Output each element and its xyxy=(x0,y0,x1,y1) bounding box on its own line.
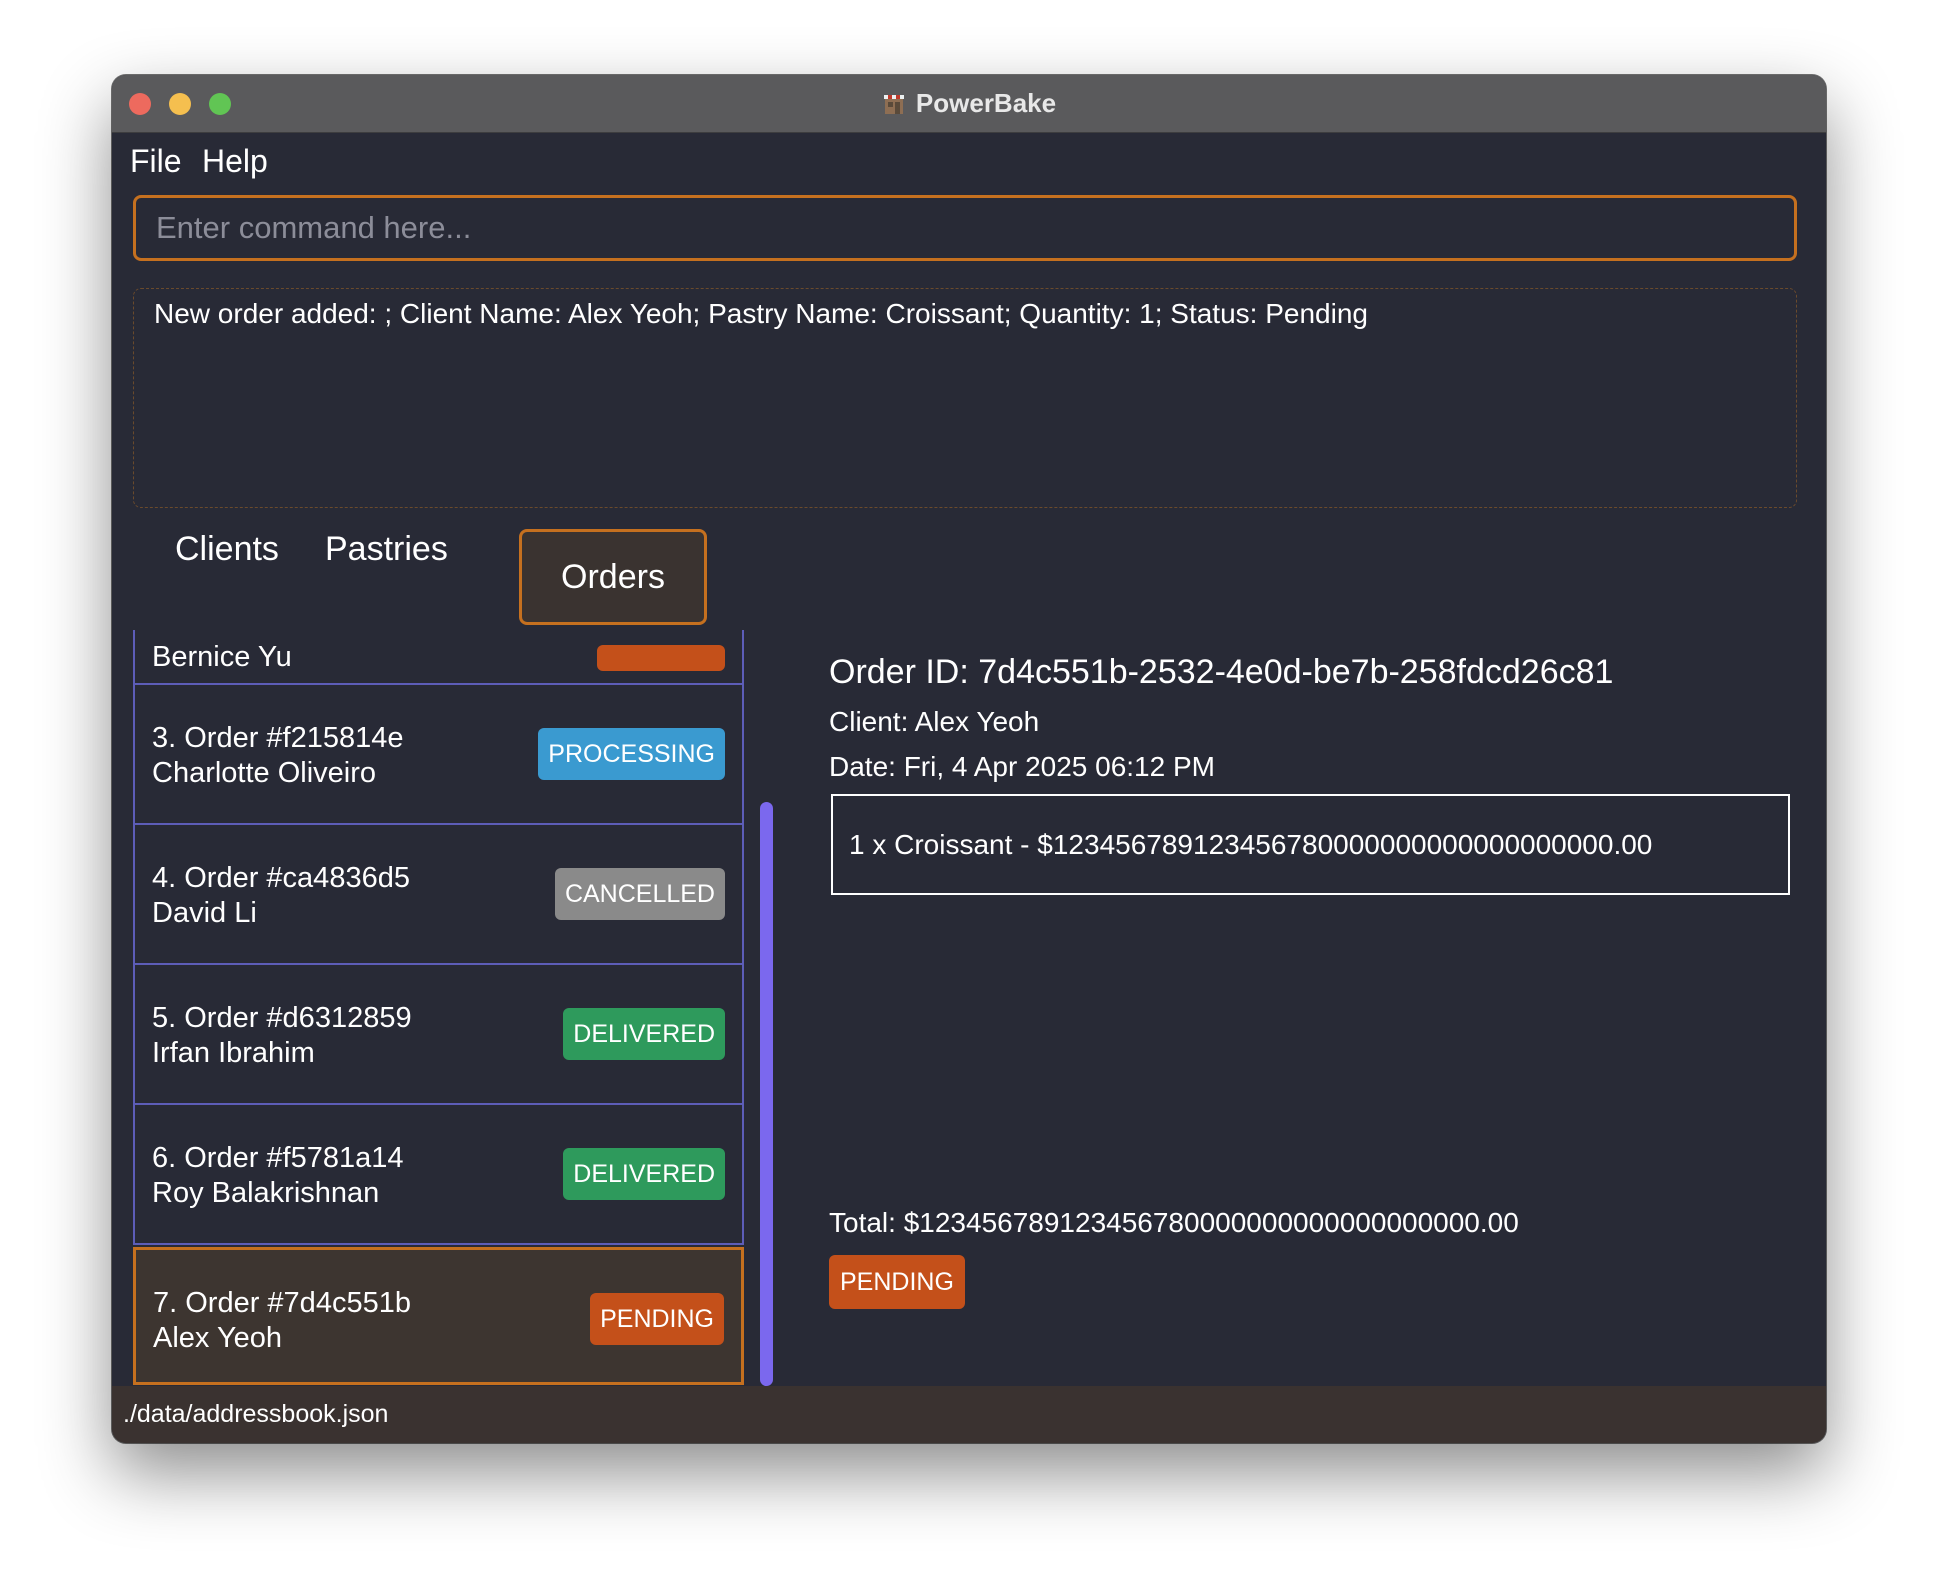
result-message: New order added: ; Client Name: Alex Yeo… xyxy=(154,298,1368,329)
status-badge: DELIVERED xyxy=(563,1008,725,1060)
tab-pastries[interactable]: Pastries xyxy=(325,530,448,569)
order-client-name: Alex Yeoh xyxy=(153,1322,283,1354)
order-total: Total: $12345678912345678000000000000000… xyxy=(829,1207,1519,1238)
tab-orders[interactable]: Orders xyxy=(519,529,707,625)
status-bar: ./data/addressbook.json xyxy=(112,1386,1826,1443)
list-item[interactable]: Bernice Yu xyxy=(133,630,744,685)
order-client-name: Bernice Yu xyxy=(152,641,292,673)
data-file-path: ./data/addressbook.json xyxy=(123,1400,389,1428)
order-title: 6. Order #f5781a14 xyxy=(152,1142,404,1174)
app-window: PowerBake File Help New order added: ; C… xyxy=(112,75,1826,1443)
list-item[interactable]: 4. Order #ca4836d5 David Li CANCELLED xyxy=(133,825,744,965)
order-client-name: Charlotte Oliveiro xyxy=(152,757,377,789)
status-badge: CANCELLED xyxy=(554,868,725,920)
order-date: Date: Fri, 4 Apr 2025 06:12 PM xyxy=(829,751,1215,782)
menu-bar: File Help xyxy=(112,133,1826,195)
order-title: 7. Order #7d4c551b xyxy=(153,1287,411,1319)
status-badge: DELIVERED xyxy=(563,1148,725,1200)
order-client-name: Roy Balakrishnan xyxy=(152,1177,380,1209)
order-items-box: 1 x Croissant - $12345678912345678000000… xyxy=(831,794,1790,895)
menu-help[interactable]: Help xyxy=(202,143,268,180)
list-scrollbar[interactable] xyxy=(760,802,773,1386)
order-status-badge: PENDING xyxy=(829,1255,965,1309)
order-title: 3. Order #f215814e xyxy=(152,722,404,754)
order-list[interactable]: Bernice Yu 3. Order #f215814e Charlotte … xyxy=(133,630,744,1386)
order-client-name: Irfan Ibrahim xyxy=(152,1037,315,1069)
bakery-icon xyxy=(883,94,904,114)
order-client-name: David Li xyxy=(152,897,257,929)
command-input[interactable] xyxy=(136,198,1794,258)
list-item-selected[interactable]: 7. Order #7d4c551b Alex Yeoh PENDING xyxy=(133,1247,744,1385)
menu-file[interactable]: File xyxy=(130,143,182,180)
order-title: 5. Order #d6312859 xyxy=(152,1002,412,1034)
window-title: PowerBake xyxy=(915,88,1057,118)
list-item[interactable]: 3. Order #f215814e Charlotte Oliveiro PR… xyxy=(133,685,744,825)
list-item[interactable]: 5. Order #d6312859 Irfan Ibrahim DELIVER… xyxy=(133,965,744,1105)
tab-clients[interactable]: Clients xyxy=(175,530,279,569)
order-item: 1 x Croissant - $12345678912345678000000… xyxy=(849,828,1653,860)
status-badge: PENDING xyxy=(590,1293,724,1345)
command-box xyxy=(133,195,1797,261)
result-display: New order added: ; Client Name: Alex Yeo… xyxy=(133,288,1797,508)
order-id: Order ID: 7d4c551b-2532-4e0d-be7b-258fdc… xyxy=(829,653,1614,691)
order-client: Client: Alex Yeoh xyxy=(829,706,1040,737)
order-title: 4. Order #ca4836d5 xyxy=(152,862,410,894)
title-bar[interactable]: PowerBake xyxy=(112,75,1826,133)
list-item[interactable]: 6. Order #f5781a14 Roy Balakrishnan DELI… xyxy=(133,1105,744,1245)
status-badge: PROCESSING xyxy=(538,728,725,780)
status-badge xyxy=(597,645,725,671)
